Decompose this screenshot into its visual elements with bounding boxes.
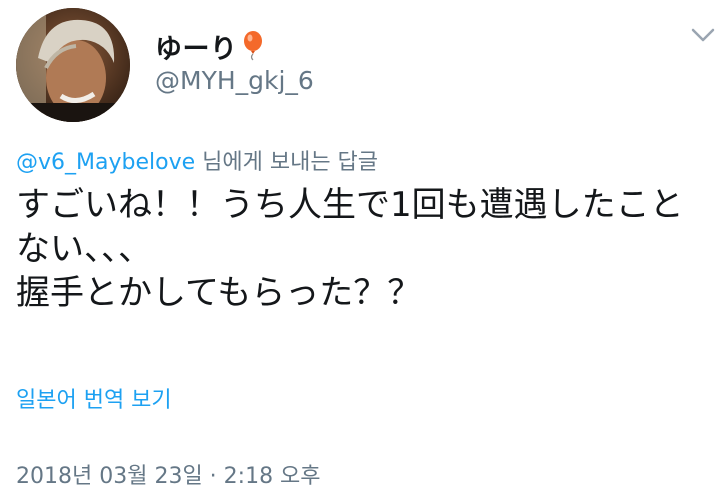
avatar[interactable] xyxy=(16,8,130,122)
reply-mention-link[interactable]: @v6_Maybelove xyxy=(16,150,195,175)
display-name: ゆーり xyxy=(155,33,238,65)
avatar-photo xyxy=(16,8,130,122)
reply-context: @v6_Maybelove 님에게 보내는 답글 xyxy=(16,144,378,176)
display-name-row: ゆーり xyxy=(155,28,314,65)
tweet: ゆーり @MYH_gkj_6 @v6_Maybelove 님에게 보내는 답글 … xyxy=(0,0,720,497)
tweet-text: すごいね！！うち人生で1回も遭遇したことない、、、 握手とかしてもらった？？ xyxy=(16,185,684,313)
reply-suffix: 님에게 보내는 답글 xyxy=(195,150,379,175)
balloon-icon xyxy=(242,31,264,61)
timestamp[interactable]: 2018년 03월 23일 · 2:18 오후 xyxy=(16,458,321,490)
translate-link[interactable]: 일본어 번역 보기 xyxy=(16,382,172,414)
user-handle: @MYH_gkj_6 xyxy=(155,66,314,95)
user-info[interactable]: ゆーり @MYH_gkj_6 xyxy=(155,28,314,95)
chevron-down-icon[interactable] xyxy=(690,26,716,44)
